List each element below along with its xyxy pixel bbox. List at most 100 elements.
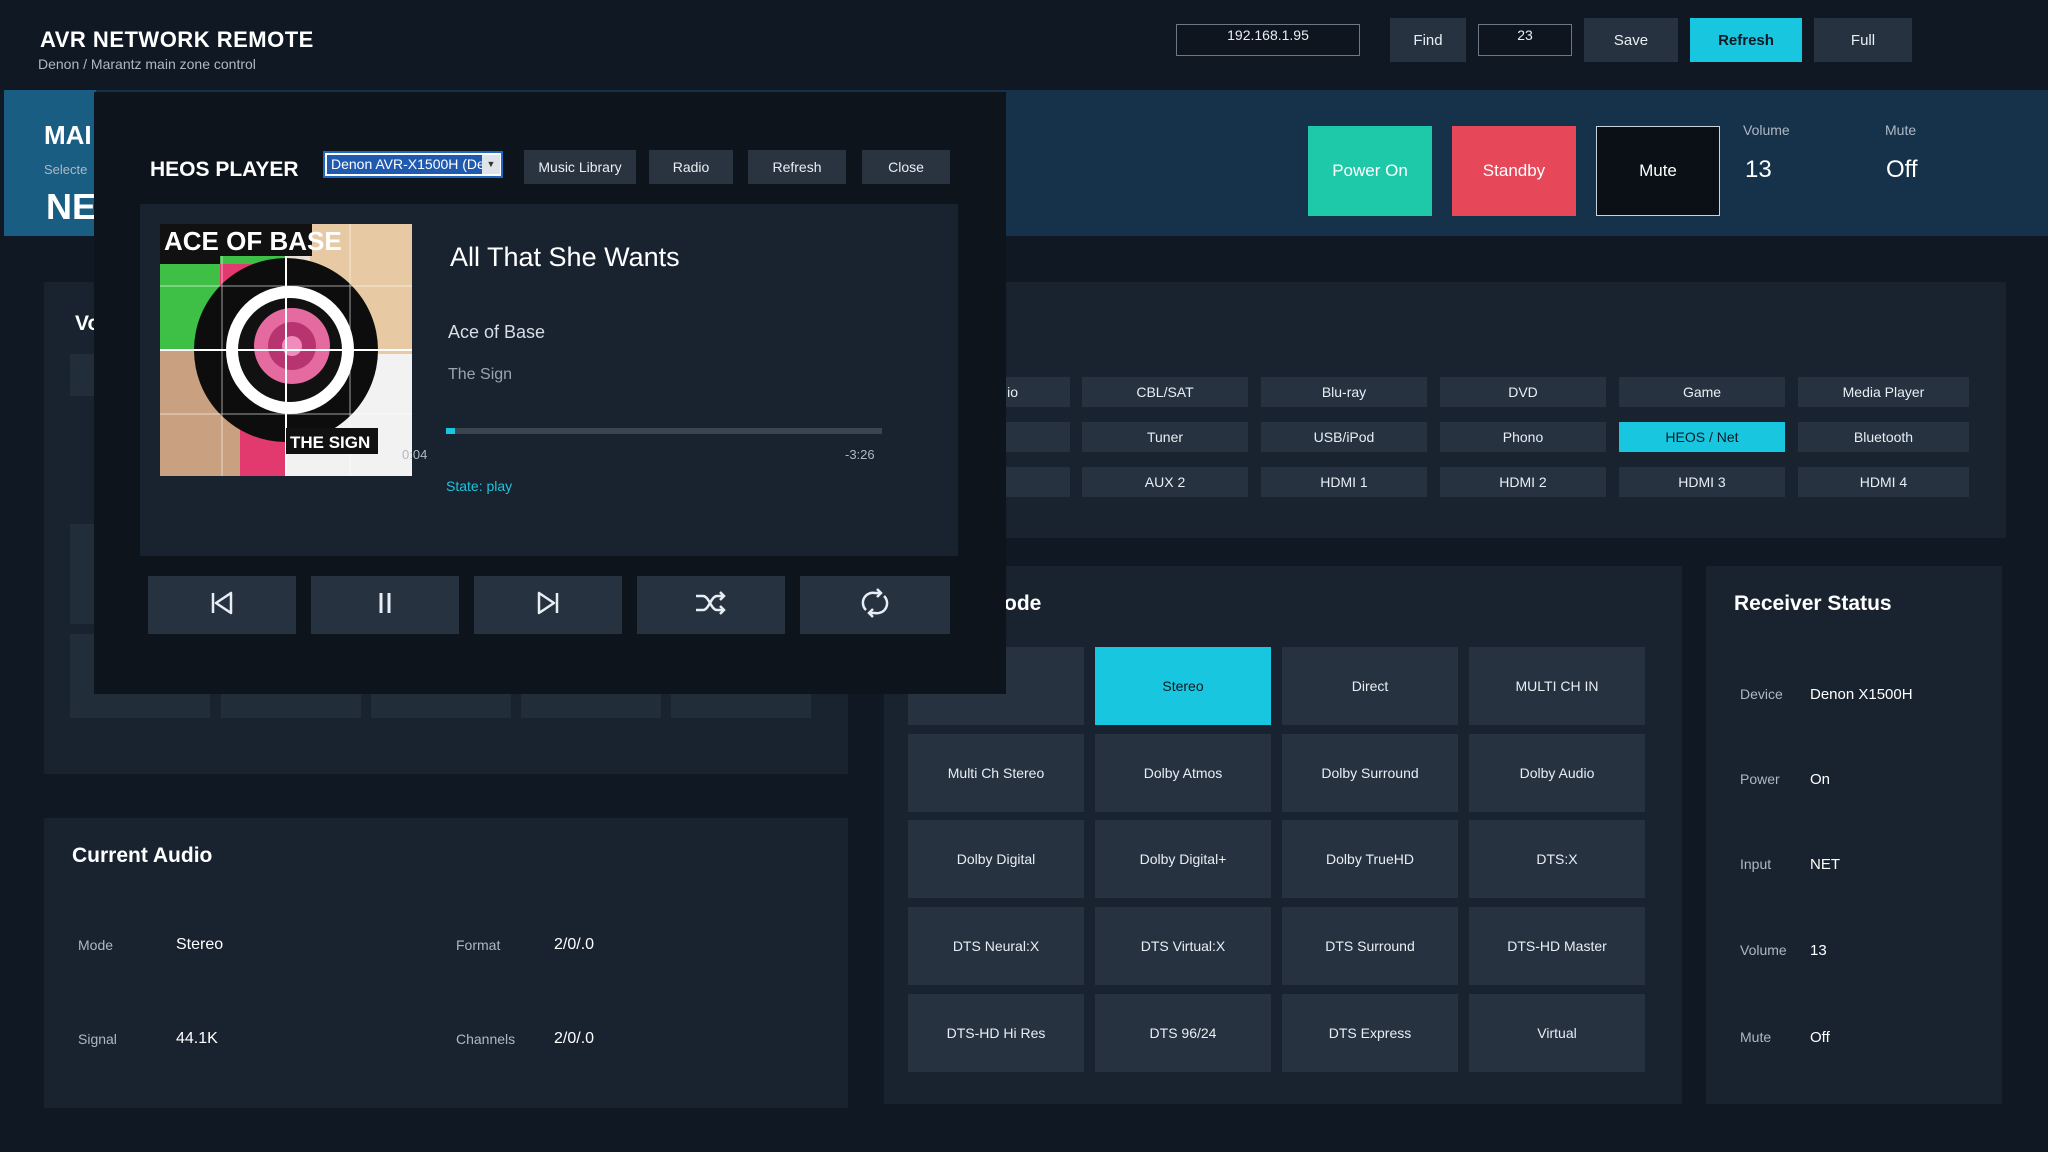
surround-mode-button[interactable]: DTS 96/24 xyxy=(1095,994,1271,1072)
surround-mode-button[interactable]: DTS Surround xyxy=(1282,907,1458,985)
shuffle-button[interactable] xyxy=(637,576,785,634)
surround-mode-button[interactable]: DTS Virtual:X xyxy=(1095,907,1271,985)
surround-mode-button[interactable]: Dolby Audio xyxy=(1469,734,1645,812)
time-remaining: -3:26 xyxy=(845,447,875,462)
source-button[interactable]: HDMI 3 xyxy=(1619,467,1785,497)
volume-stat-value: 13 xyxy=(1745,156,1772,183)
surround-mode-button[interactable]: DTS:X xyxy=(1469,820,1645,898)
audio-mode-label: Mode xyxy=(78,937,114,953)
status-mute-value: Off xyxy=(1810,1029,1830,1046)
surround-panel-title: ode xyxy=(1004,592,1042,615)
surround-mode-button[interactable]: DTS-HD Master xyxy=(1469,907,1645,985)
album-art: ACE OF BASE THE SIGN xyxy=(160,224,412,476)
status-volume-value: 13 xyxy=(1810,942,1827,959)
status-device-label: Device xyxy=(1740,686,1783,702)
refresh-button[interactable]: Refresh xyxy=(1690,18,1802,62)
source-button[interactable]: Bluetooth xyxy=(1798,422,1969,452)
source-button[interactable]: HDMI 4 xyxy=(1798,467,1969,497)
repeat-button[interactable] xyxy=(800,576,950,634)
save-button[interactable]: Save xyxy=(1584,18,1678,62)
pause-button[interactable] xyxy=(311,576,459,634)
receiver-status-panel: Receiver Status xyxy=(1706,566,2002,1104)
next-icon xyxy=(534,589,562,622)
volume-stat-label: Volume xyxy=(1743,122,1790,138)
heos-device-select[interactable]: Denon AVR-X1500H (Den ▼ xyxy=(323,151,503,178)
track-artist: Ace of Base xyxy=(448,322,546,342)
surround-mode-button[interactable]: Dolby TrueHD xyxy=(1282,820,1458,898)
source-button[interactable]: Media Player xyxy=(1798,377,1969,407)
audio-channels-value: 2/0/.0 xyxy=(554,1030,595,1047)
audio-channels-label: Channels xyxy=(456,1031,516,1047)
app-title: AVR NETWORK REMOTE xyxy=(40,27,314,52)
track-title: All That She Wants xyxy=(450,242,680,272)
status-volume-label: Volume xyxy=(1740,942,1787,958)
source-button[interactable]: HEOS / Net xyxy=(1619,422,1785,452)
source-button[interactable]: HDMI 1 xyxy=(1261,467,1427,497)
status-mute-label: Mute xyxy=(1740,1029,1772,1045)
zone-title: MAI xyxy=(44,120,92,150)
audio-format-value: 2/0/.0 xyxy=(554,936,595,953)
source-button[interactable]: Blu-ray xyxy=(1261,377,1427,407)
playback-progress-fill xyxy=(446,428,455,434)
surround-mode-button[interactable]: DTS-HD Hi Res xyxy=(908,994,1084,1072)
album-art-caption: THE SIGN xyxy=(290,433,370,452)
heos-close-button[interactable]: Close xyxy=(862,150,950,184)
source-button[interactable]: AUX 2 xyxy=(1082,467,1248,497)
status-input-value: NET xyxy=(1810,856,1840,873)
status-device-value: Denon X1500H xyxy=(1810,686,1913,703)
playback-state: State: play xyxy=(446,478,513,494)
audio-signal-value: 44.1K xyxy=(176,1030,218,1047)
previous-button[interactable] xyxy=(148,576,296,634)
surround-mode-button[interactable]: Stereo xyxy=(1095,647,1271,725)
previous-icon xyxy=(208,589,236,622)
pause-icon xyxy=(371,589,399,622)
port-input[interactable] xyxy=(1478,24,1572,56)
shuffle-icon xyxy=(694,589,728,622)
album-art-title: ACE OF BASE xyxy=(164,226,342,256)
radio-button[interactable]: Radio xyxy=(649,150,733,184)
current-audio-title: Current Audio xyxy=(72,844,213,867)
heos-player-dialog: HEOS PLAYER Denon AVR-X1500H (Den ▼ Musi… xyxy=(94,92,1006,694)
surround-mode-button[interactable]: Dolby Surround xyxy=(1282,734,1458,812)
zone-selected-label: Selecte xyxy=(44,162,88,177)
current-audio-panel: Current Audio xyxy=(44,818,848,1108)
source-button[interactable]: USB/iPod xyxy=(1261,422,1427,452)
standby-button[interactable]: Standby xyxy=(1452,126,1576,216)
surround-mode-button[interactable]: Dolby Atmos xyxy=(1095,734,1271,812)
source-button[interactable]: HDMI 2 xyxy=(1440,467,1606,497)
full-button[interactable]: Full xyxy=(1814,18,1912,62)
find-button[interactable]: Find xyxy=(1390,18,1466,62)
surround-mode-button[interactable]: MULTI CH IN xyxy=(1469,647,1645,725)
status-input-label: Input xyxy=(1740,856,1772,872)
surround-mode-button[interactable]: Virtual xyxy=(1469,994,1645,1072)
now-playing-card: ACE OF BASE THE SIGN All That She Wants … xyxy=(140,204,958,556)
audio-mode-value: Stereo xyxy=(176,936,224,953)
playback-progress-bar[interactable] xyxy=(446,428,882,434)
status-power-label: Power xyxy=(1740,771,1780,787)
surround-mode-button[interactable]: DTS Express xyxy=(1282,994,1458,1072)
next-button[interactable] xyxy=(474,576,622,634)
track-album: The Sign xyxy=(448,366,513,383)
heos-device-select-value: Denon AVR-X1500H (Den xyxy=(327,155,482,174)
power-on-button[interactable]: Power On xyxy=(1308,126,1432,216)
repeat-icon xyxy=(858,587,892,623)
mute-button[interactable]: Mute xyxy=(1596,126,1720,216)
source-button[interactable]: Phono xyxy=(1440,422,1606,452)
music-library-button[interactable]: Music Library xyxy=(524,150,636,184)
chevron-down-icon[interactable]: ▼ xyxy=(482,155,500,174)
surround-mode-button[interactable]: Direct xyxy=(1282,647,1458,725)
surround-mode-button[interactable]: Multi Ch Stereo xyxy=(908,734,1084,812)
source-button[interactable]: Game xyxy=(1619,377,1785,407)
surround-mode-button[interactable]: Dolby Digital xyxy=(908,820,1084,898)
mute-stat-label: Mute xyxy=(1885,122,1917,138)
source-button[interactable]: CBL/SAT xyxy=(1082,377,1248,407)
surround-mode-button[interactable]: Dolby Digital+ xyxy=(1095,820,1271,898)
heos-refresh-button[interactable]: Refresh xyxy=(748,150,846,184)
source-button[interactable]: DVD xyxy=(1440,377,1606,407)
source-button[interactable]: Tuner xyxy=(1082,422,1248,452)
zone-selected-input: NE xyxy=(46,186,97,227)
time-elapsed: 0:04 xyxy=(402,447,428,462)
ip-address-input[interactable] xyxy=(1176,24,1360,56)
surround-mode-button[interactable]: DTS Neural:X xyxy=(908,907,1084,985)
mute-stat-value: Off xyxy=(1886,156,1918,183)
